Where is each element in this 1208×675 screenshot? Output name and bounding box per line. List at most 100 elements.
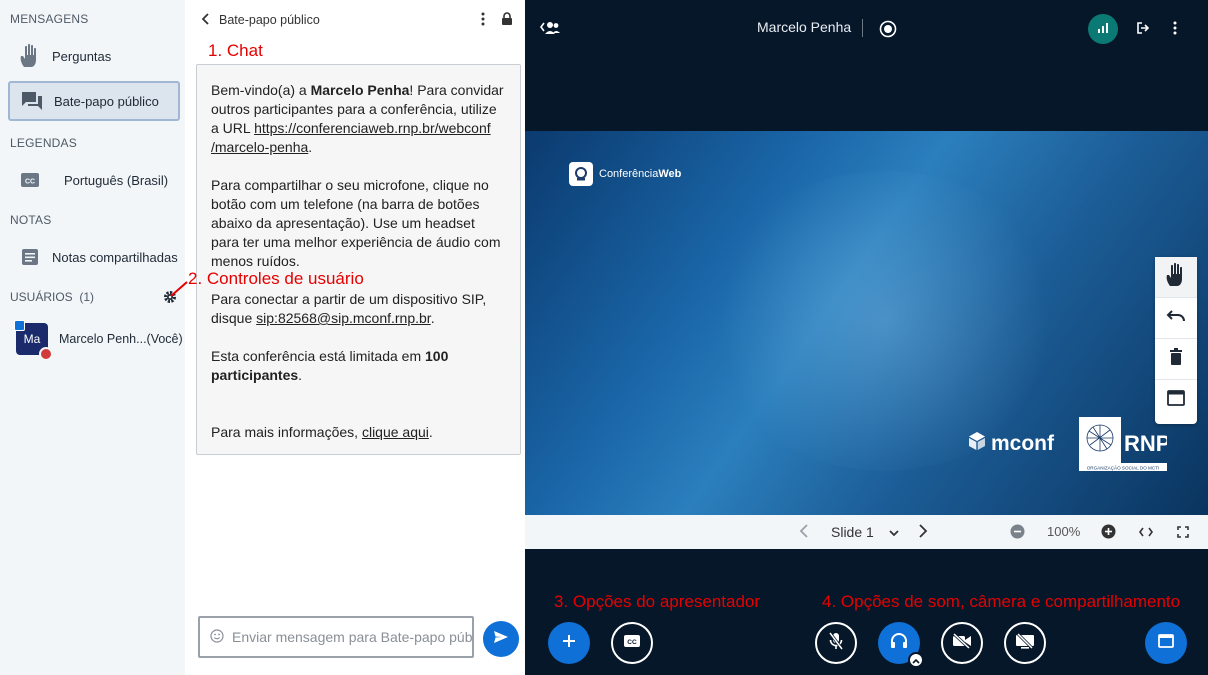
presenter-icon [14,320,25,331]
nav-item-public-chat[interactable]: Bate-papo público [8,81,180,121]
slide-selector[interactable]: Slide 1 [831,524,874,540]
nav-item-label: Bate-papo público [54,93,159,109]
slide-controls: Slide 1 100% [525,515,1208,549]
share-screen-button[interactable] [1004,622,1046,664]
toggle-whiteboard-button[interactable] [1155,380,1197,421]
plus-icon [562,634,576,653]
annotation-sound-camera-sharing: 4. Opções de som, câmera e compartilhame… [822,592,1181,611]
screen-share-off-icon [1015,632,1035,654]
rnp-logo: RNP ORGANIZAÇÃO SOCIAL DO MCTI [1079,417,1170,471]
avatar: Ma [14,320,53,361]
signal-bars-icon [1097,20,1109,38]
more-info-link[interactable]: clique aqui [362,424,429,440]
next-slide-icon[interactable] [918,524,928,541]
nav-item-label: Perguntas [52,48,112,64]
send-icon [493,630,509,649]
chevron-up-icon [912,651,920,669]
chat-header: Bate-papo público [201,10,513,30]
zoom-level: 100% [1047,524,1081,539]
fit-to-width-icon[interactable] [1139,525,1153,541]
conference-name: Marcelo Penha [310,82,410,98]
undo-icon [1166,309,1186,328]
restore-presentation-button[interactable] [1145,622,1187,664]
mute-microphone-button[interactable] [815,622,857,664]
nav-item-captions[interactable]: CC Português (Brasil) [8,160,180,200]
users-heading: USUÁRIOS (1) [10,290,94,304]
zoom-out-icon[interactable] [1010,524,1025,542]
send-message-button[interactable] [483,621,519,657]
share-camera-button[interactable] [941,622,983,664]
more-options-icon[interactable] [481,12,485,29]
nav-item-shared-notes[interactable]: Notas compartilhadas [8,237,180,277]
users-heading-label: USUÁRIOS [10,290,73,304]
rnp-text: RNP [1124,431,1167,456]
rnp-subtitle-text: ORGANIZAÇÃO SOCIAL DO MCTI [1087,465,1160,471]
captions-language-label: Português (Brasil) [64,172,169,188]
annotation-user-controls: 2. Controles de usuário [188,269,364,288]
nav-item-label: Notas compartilhadas [52,249,178,265]
welcome-paragraph-sip: Para conectar a partir de um dispositivo… [211,290,506,328]
welcome-paragraph-mic: Para compartilhar o seu microfone, cliqu… [211,177,501,269]
chevron-down-icon[interactable] [888,525,900,541]
presentation-area: Marcelo Penha Conferência Web mconf RNP … [525,0,1208,675]
closed-captions-icon: CC [8,172,52,188]
chat-message-input[interactable]: Enviar mensagem para Bate-papo público [198,616,474,658]
fullscreen-icon[interactable] [1177,525,1189,541]
mconf-text: mconf [991,432,1054,455]
headphones-icon [890,632,908,654]
meeting-title: Marcelo Penha [757,19,852,35]
conferenciaweb-mark-icon [569,162,593,186]
web-text: Web [658,168,682,180]
audio-settings-caret[interactable] [908,652,924,668]
annotation-chat: 1. Chat [208,41,263,60]
whiteboard-toolbar [1155,257,1197,424]
leave-meeting-icon[interactable] [1136,21,1150,40]
chat-bubbles-icon [10,90,54,112]
text: Para mais informações, [211,424,362,440]
text: Esta conferência está limitada em [211,348,425,364]
undo-button[interactable] [1155,298,1197,339]
zoom-in-icon[interactable] [1101,524,1116,542]
avatar-initials: Ma [23,332,41,346]
mconf-logo: mconf [967,431,1054,457]
toggle-user-list-icon[interactable] [539,20,561,41]
svg-text:CC: CC [627,639,637,646]
previous-slide-icon[interactable] [799,524,809,541]
notes-heading: NOTAS [10,213,52,227]
chat-title[interactable]: Bate-papo público [219,13,320,27]
clear-annotations-button[interactable] [1155,339,1197,380]
captions-button[interactable]: CC [611,622,653,664]
muted-mic-icon [39,347,53,361]
slide-background-glow [705,171,1065,471]
svg-text:CC: CC [25,179,35,186]
welcome-message: Bem-vindo(a) a Marcelo Penha! Para convi… [196,64,521,455]
nav-item-questions[interactable]: Perguntas [8,36,180,76]
more-options-icon[interactable] [1173,21,1177,40]
presentation-slide[interactable]: Conferência Web mconf RNP ORGANIZAÇÃO SOC… [525,131,1208,515]
user-name: Marcelo Penh...(Você) [59,332,183,346]
hand-icon [1164,262,1188,293]
user-list-item[interactable]: Ma Marcelo Penh...(Você) [14,320,184,361]
conferencia-text: Conferência [599,168,659,180]
hand-tool-button[interactable] [1155,257,1197,298]
chat-panel: Bate-papo público Bem-vindo(a) a Marcelo… [185,0,525,675]
presenter-actions-button[interactable] [548,622,590,664]
text: . [308,139,313,155]
conference-url-link[interactable]: https://conferenciaweb.rnp.br/webconf [254,120,491,136]
closed-captions-icon: CC [623,634,641,653]
audio-button[interactable] [878,622,924,668]
welcome-paragraph-limit: Esta conferência está limitada em 100 pa… [211,347,506,385]
conference-url-link-cont[interactable]: /marcelo-penha [211,139,308,155]
chevron-left-icon[interactable] [201,12,219,28]
text: . [430,310,435,326]
microphone-off-icon [828,631,844,655]
emoji-icon[interactable] [210,628,224,646]
connection-status-button[interactable] [1088,14,1118,44]
recording-icon[interactable] [879,20,897,43]
conferenciaweb-logo: Conferência Web [569,162,681,186]
welcome-paragraph-info: Para mais informações, clique aqui. [211,423,506,442]
top-bar: Marcelo Penha [525,0,1208,58]
sip-address: sip:82568@sip.mconf.rnp.br [256,310,431,326]
lock-icon[interactable] [501,11,513,29]
divider [862,19,863,37]
